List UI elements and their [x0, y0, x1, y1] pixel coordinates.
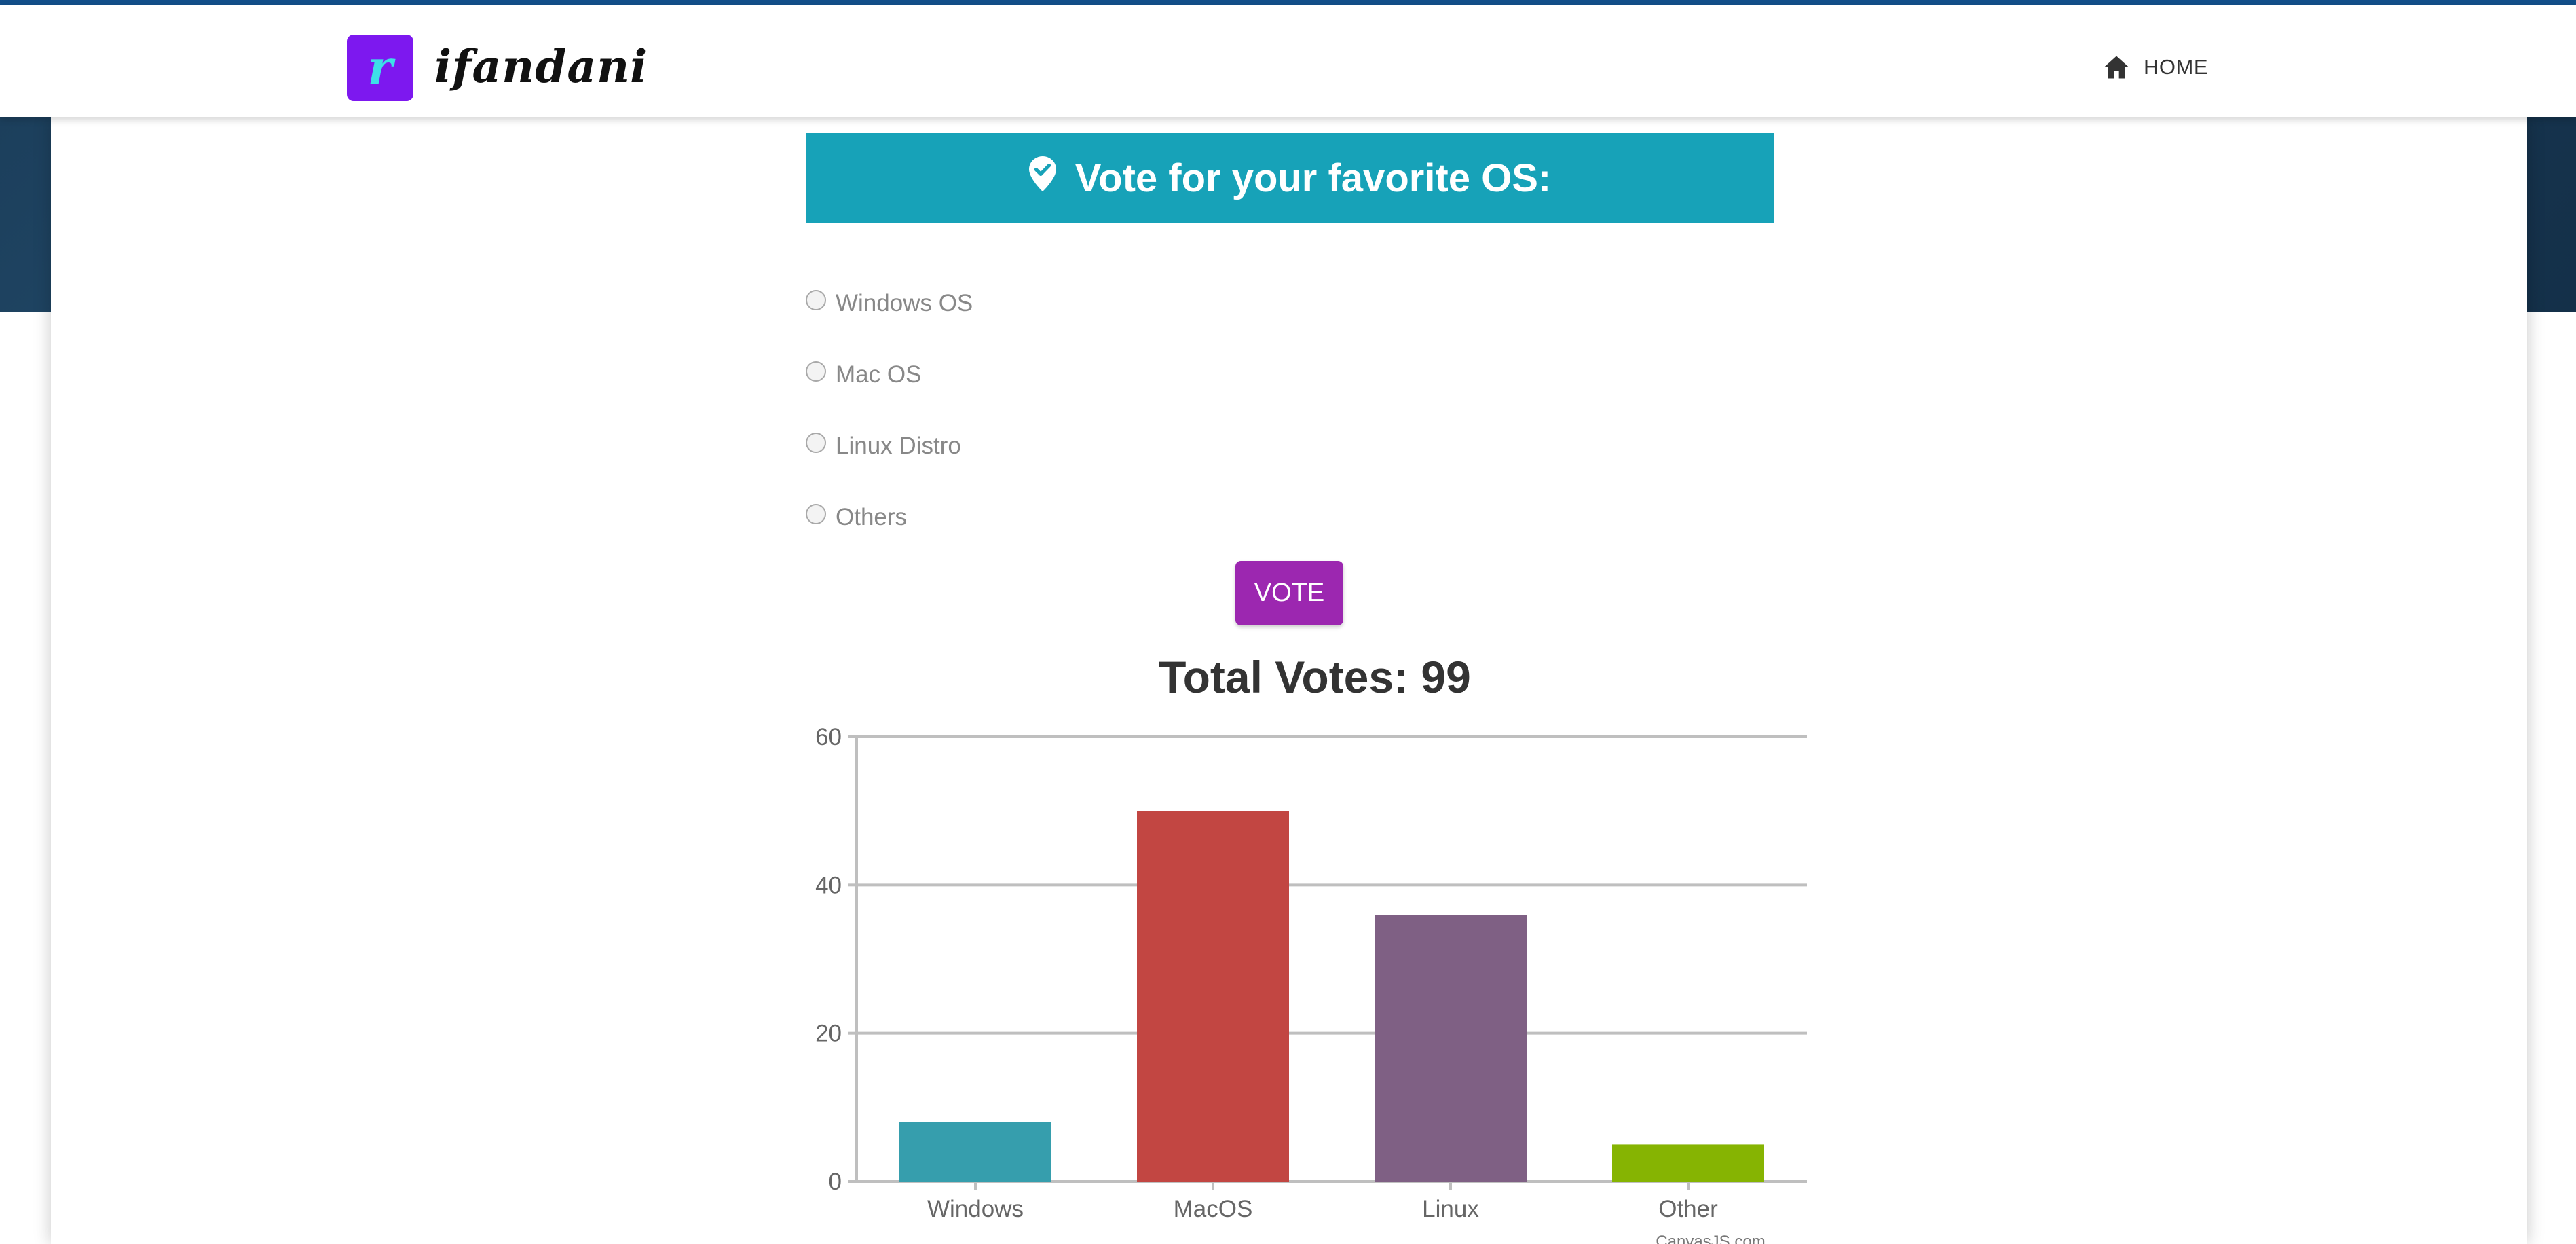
x-tick-label: MacOS: [1174, 1196, 1253, 1222]
poll-option-label[interactable]: Mac OS: [836, 361, 921, 388]
poll-options: Windows OS Mac OS Linux Distro Others: [806, 268, 973, 553]
y-tick-label: 20: [815, 1021, 842, 1047]
poll-option-label[interactable]: Others: [836, 504, 907, 531]
y-tick-label: 40: [815, 872, 842, 898]
nav-home-label: HOME: [2144, 55, 2208, 79]
poll-title: Vote for your favorite OS:: [1075, 156, 1552, 200]
poll-option-label[interactable]: Windows OS: [836, 290, 973, 317]
radio-mac[interactable]: [806, 361, 826, 382]
check-badge-icon: [1028, 156, 1056, 191]
poll-option-mac[interactable]: Mac OS: [806, 339, 973, 410]
bar-other: [1612, 1144, 1764, 1182]
y-tick-label: 60: [815, 724, 842, 750]
poll-title-bar: Vote for your favorite OS:: [806, 133, 1774, 223]
chart-title: Total Votes: 99: [1159, 652, 1471, 702]
vote-button[interactable]: VOTE: [1235, 561, 1343, 625]
top-accent-stripe: [0, 0, 2576, 5]
home-icon: [2104, 56, 2129, 79]
site-header: r ifandani HOME: [0, 5, 2576, 117]
poll-option-label[interactable]: Linux Distro: [836, 433, 961, 460]
brand-name[interactable]: ifandani: [434, 33, 648, 100]
x-tick-label: Other: [1658, 1196, 1718, 1222]
logo-icon[interactable]: r: [347, 35, 413, 101]
votes-bar-chart: Total Votes: 99 0 20 40 60 Windows MacOS Linux…: [815, 652, 1807, 1244]
poll-option-others[interactable]: Others: [806, 481, 973, 553]
radio-linux[interactable]: [806, 432, 826, 453]
chart-grid: [848, 735, 1807, 1190]
bar-macos: [1137, 811, 1289, 1182]
chart-credit: CanvasJS.com: [1656, 1232, 1765, 1244]
chart-bars: [899, 811, 1764, 1182]
radio-windows[interactable]: [806, 289, 826, 310]
logo-letter: r: [367, 39, 393, 96]
radio-others[interactable]: [806, 503, 826, 524]
nav-home-link[interactable]: HOME: [2102, 47, 2208, 88]
x-tick-label: Windows: [927, 1196, 1024, 1222]
poll-option-windows[interactable]: Windows OS: [806, 268, 973, 339]
bar-linux: [1375, 915, 1527, 1182]
y-tick-label: 0: [829, 1169, 842, 1195]
bar-windows: [899, 1122, 1051, 1182]
x-tick-label: Linux: [1422, 1196, 1479, 1222]
poll-option-linux[interactable]: Linux Distro: [806, 410, 973, 481]
